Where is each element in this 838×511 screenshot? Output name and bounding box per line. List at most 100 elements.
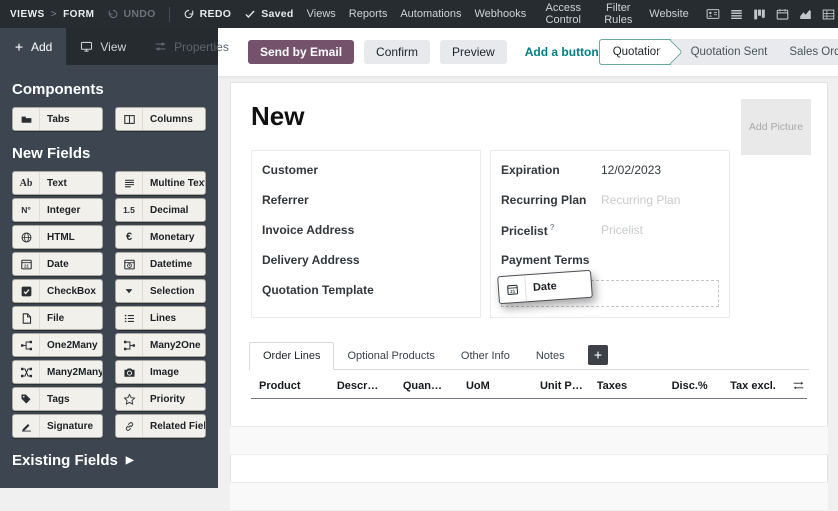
tab-order-lines[interactable]: Order Lines [249, 342, 334, 370]
form-editor-main: Send by Email Confirm Preview Add a butt… [218, 28, 838, 488]
statusbar-stage-quotation-sent[interactable]: Quotation Sent [671, 46, 779, 58]
tab-add[interactable]: Add [0, 28, 66, 65]
record-title[interactable]: New [251, 101, 807, 132]
new-fields-heading: New Fields [12, 145, 206, 162]
field-button-date[interactable]: Date [12, 252, 103, 276]
pivot-view-icon[interactable] [822, 8, 835, 21]
menu-access-control[interactable]: Access Control [539, 2, 587, 27]
breadcrumb: VIEWS > FORM [10, 9, 95, 20]
tab-notes[interactable]: Notes [523, 343, 578, 369]
add-a-button-link[interactable]: Add a button [525, 45, 599, 59]
field-expiration[interactable]: Expiration 12/02/2023 [501, 155, 719, 185]
tab-other-info[interactable]: Other Info [448, 343, 523, 369]
menu-filter-rules[interactable]: Filter Rules [600, 2, 636, 27]
datetime-icon [116, 253, 143, 275]
col-unit-price[interactable]: Unit P… [528, 380, 583, 392]
date-icon [498, 275, 527, 303]
field-button-integer[interactable]: N° Integer [12, 198, 103, 222]
pricelist-placeholder[interactable]: Pricelist [601, 223, 643, 237]
optional-columns-icon[interactable] [776, 379, 807, 392]
col-discount[interactable]: Disc.% [645, 380, 707, 392]
col-taxes[interactable]: Taxes [597, 380, 646, 392]
field-button-priority[interactable]: Priority [115, 387, 206, 411]
columns-icon [116, 108, 143, 130]
field-button-multine-text[interactable]: Multine Text [115, 171, 206, 195]
menu-views[interactable]: Views [307, 8, 336, 20]
calendar-view-icon[interactable] [776, 8, 789, 21]
left-field-group: Customer Referrer Invoice Address Delive… [251, 150, 481, 318]
send-by-email-button[interactable]: Send by Email [248, 40, 354, 64]
field-button-selection[interactable]: Selection [115, 279, 206, 303]
add-tab-button[interactable] [588, 345, 608, 365]
field-button-many2one[interactable]: Many2One [115, 333, 206, 357]
empty-row [230, 399, 828, 427]
field-button-one2many[interactable]: One2Many [12, 333, 103, 357]
menu-webhooks[interactable]: Webhooks [474, 8, 526, 20]
field-button-image[interactable]: Image [115, 360, 206, 384]
field-invoice-address[interactable]: Invoice Address [262, 215, 470, 245]
confirm-button[interactable]: Confirm [364, 40, 430, 64]
component-button-columns[interactable]: Columns [115, 107, 206, 131]
tab-properties[interactable]: Properties [140, 28, 243, 65]
file-icon [13, 307, 40, 329]
form-toolbar: Send by Email Confirm Preview Add a butt… [218, 28, 838, 77]
field-button-decimal[interactable]: 1.5 Decimal [115, 198, 206, 222]
priority-icon [116, 388, 143, 410]
sliders-icon [154, 40, 167, 53]
multiline-text-icon [116, 172, 143, 194]
menu-reports[interactable]: Reports [349, 8, 388, 20]
empty-row [230, 455, 828, 483]
add-picture-placeholder[interactable]: Add Picture [741, 99, 811, 155]
undo-button[interactable]: UNDO [107, 8, 156, 20]
kanban-view-icon[interactable] [753, 8, 766, 21]
preview-button[interactable]: Preview [440, 40, 507, 64]
field-button-tags[interactable]: Tags [12, 387, 103, 411]
field-button-html[interactable]: HTML [12, 225, 103, 249]
graph-view-icon[interactable] [799, 8, 812, 21]
field-button-datetime[interactable]: Datetime [115, 252, 206, 276]
statusbar-stage-sales-order[interactable]: Sales Order [778, 46, 838, 58]
menu-automations[interactable]: Automations [400, 8, 461, 20]
col-description[interactable]: Descr… [337, 380, 397, 392]
monitor-icon [80, 40, 93, 53]
field-button-text[interactable]: Ab Text [12, 171, 103, 195]
empty-row [230, 427, 828, 455]
list-view-icon[interactable] [730, 8, 743, 21]
sidebar-tabbar: Add View Properties [0, 28, 218, 65]
field-pricelist[interactable]: Pricelist? Pricelist [501, 215, 719, 245]
breadcrumb-root[interactable]: VIEWS [10, 9, 45, 20]
col-uom[interactable]: UoM [466, 380, 528, 392]
field-delivery-address[interactable]: Delivery Address [262, 245, 470, 275]
field-quotation-template[interactable]: Quotation Template [262, 275, 470, 305]
tab-optional-products[interactable]: Optional Products [334, 343, 447, 369]
field-customer[interactable]: Customer [262, 155, 470, 185]
field-payment-terms[interactable]: Payment Terms [501, 245, 719, 275]
statusbar-stage-quotation[interactable]: Quotation [599, 39, 671, 65]
check-icon [244, 8, 256, 20]
field-button-file[interactable]: File [12, 306, 103, 330]
field-recurring-plan[interactable]: Recurring Plan Recurring Plan [501, 185, 719, 215]
form-view-icon[interactable] [706, 7, 720, 21]
redo-button[interactable]: REDO [183, 8, 232, 20]
many2many-icon [13, 361, 40, 383]
recurring-plan-placeholder[interactable]: Recurring Plan [601, 193, 680, 207]
tab-view[interactable]: View [66, 28, 140, 65]
field-button-related-field[interactable]: Related Field [115, 414, 206, 438]
col-tax-excl[interactable]: Tax excl. [708, 380, 776, 392]
field-referrer[interactable]: Referrer [262, 185, 470, 215]
menu-website[interactable]: Website [649, 8, 689, 20]
field-button-lines[interactable]: Lines [115, 306, 206, 330]
field-button-many2many[interactable]: Many2Many [12, 360, 103, 384]
existing-fields-heading[interactable]: Existing Fields ▶ [12, 452, 206, 469]
col-product[interactable]: Product [251, 380, 337, 392]
field-drop-zone[interactable]: Date [501, 280, 719, 307]
field-button-checkbox[interactable]: CheckBox [12, 279, 103, 303]
component-button-tabs[interactable]: Tabs [12, 107, 103, 131]
field-button-monetary[interactable]: € Monetary [115, 225, 206, 249]
col-quantity[interactable]: Quan… [397, 380, 442, 392]
right-field-group: Expiration 12/02/2023 Recurring Plan Rec… [490, 150, 730, 318]
order-lines-list[interactable] [230, 399, 828, 511]
field-button-signature[interactable]: Signature [12, 414, 103, 438]
dragged-field-date[interactable]: Date [497, 270, 593, 304]
expiration-value[interactable]: 12/02/2023 [601, 163, 661, 177]
